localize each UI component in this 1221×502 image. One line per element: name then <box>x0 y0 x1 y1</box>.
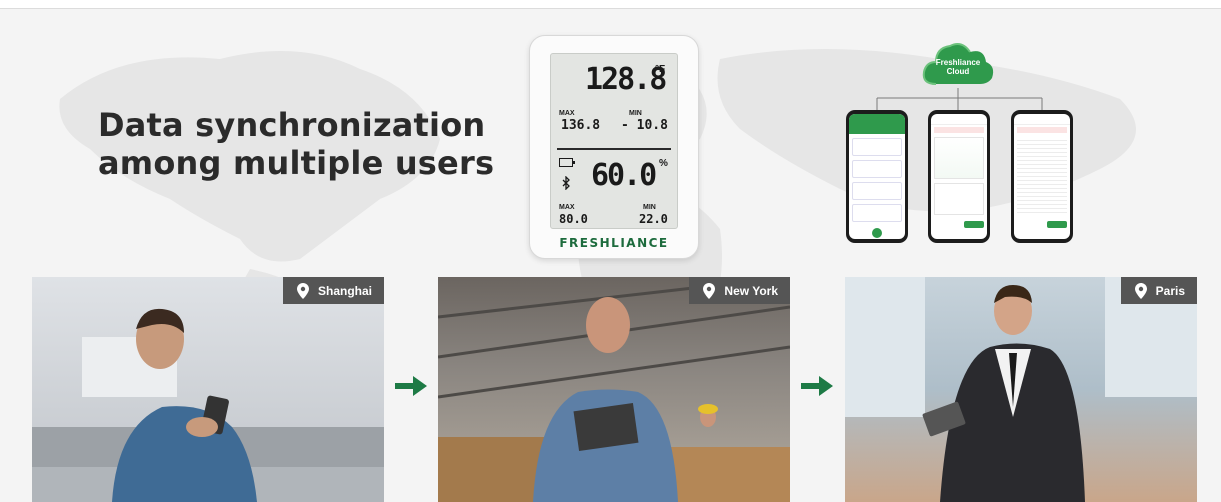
location-tag: Shanghai <box>282 277 384 304</box>
arrow-right-icon <box>801 376 833 396</box>
headline-line-2: among multiple users <box>98 144 495 182</box>
humidity-reading: 60.0 <box>591 158 657 193</box>
lcd-divider <box>557 148 671 150</box>
person-on-sofa-image <box>32 308 384 502</box>
phone-screen-chart <box>928 110 990 243</box>
hum-max-value: 80.0 <box>559 212 588 226</box>
hum-min-label: MIN <box>643 204 656 211</box>
device-brand-label: FRESHLIANCE <box>559 236 669 250</box>
hum-min-value: 22.0 <box>639 212 668 226</box>
phone-screen-list <box>846 110 908 243</box>
location-pin-icon <box>296 282 309 299</box>
location-city: Paris <box>1155 283 1185 298</box>
location-pin-icon <box>1134 282 1147 299</box>
temp-min-value: - 10.8 <box>621 118 668 133</box>
location-city: New York <box>724 283 778 298</box>
temp-max-value: 136.8 <box>561 118 601 133</box>
humidity-unit: % <box>659 158 668 169</box>
battery-icon <box>559 158 575 167</box>
location-pin-icon <box>703 282 716 299</box>
thermo-hygrometer-device: 128.8 °F MAX 136.8 MIN - 10.8 60.0 % MAX… <box>529 35 699 259</box>
arrow-right-icon <box>395 376 427 396</box>
banner: Data synchronization among multiple user… <box>0 0 1221 502</box>
photo-shanghai: Shanghai <box>32 277 384 502</box>
cloud-label-line-1: Freshliance <box>935 58 981 67</box>
cloud-label: Freshliance Cloud <box>920 58 996 76</box>
phone-screen-table <box>1011 110 1073 243</box>
cloud-label-line-2: Cloud <box>946 67 970 76</box>
warehouse-worker-image <box>438 277 790 502</box>
temperature-unit: °F <box>655 64 666 75</box>
photo-paris: Paris <box>845 277 1197 502</box>
headline: Data synchronization among multiple user… <box>98 106 494 182</box>
photo-new-york: New York <box>438 277 790 502</box>
businessman-with-tablet-image <box>845 277 1197 502</box>
temp-max-label: MAX <box>559 110 575 117</box>
temperature-reading: 128.8 <box>585 62 667 97</box>
temp-min-label: MIN <box>629 110 642 117</box>
lcd-display: 128.8 °F MAX 136.8 MIN - 10.8 60.0 % MAX… <box>550 53 678 229</box>
top-border <box>0 0 1221 9</box>
bluetooth-icon <box>562 176 570 190</box>
location-tag: New York <box>689 277 790 304</box>
hum-max-label: MAX <box>559 204 575 211</box>
location-city: Shanghai <box>317 283 372 298</box>
location-tag: Paris <box>1120 277 1197 304</box>
headline-line-1: Data synchronization <box>98 106 486 144</box>
